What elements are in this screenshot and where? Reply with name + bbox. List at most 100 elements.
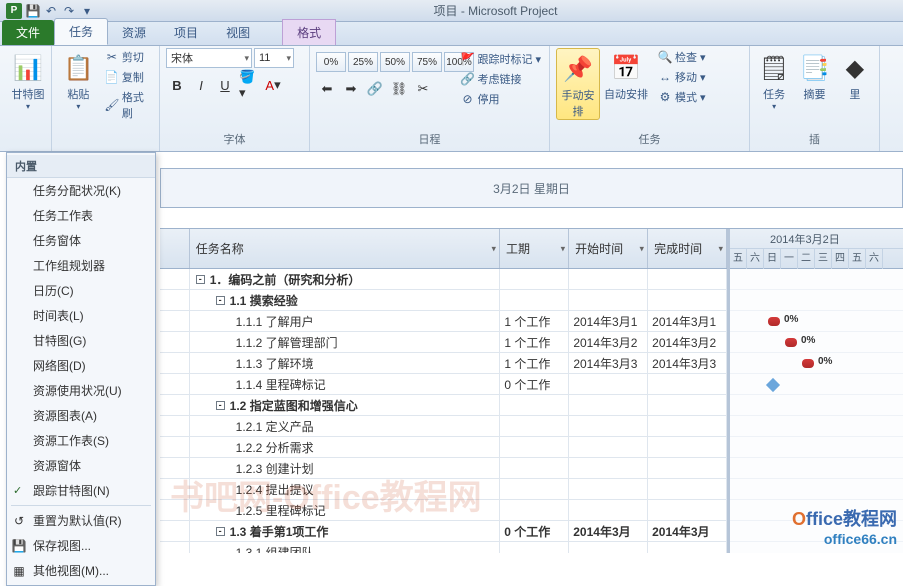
- cell-finish[interactable]: [648, 542, 727, 553]
- cell-dur[interactable]: [500, 458, 569, 478]
- gantt-bar[interactable]: 0%: [802, 359, 814, 368]
- menu-item[interactable]: 日历(C): [7, 278, 155, 303]
- mode-button[interactable]: ⚙模式 ▾: [656, 88, 708, 106]
- tab-project[interactable]: 项目: [160, 20, 212, 45]
- menu-item[interactable]: 任务窗体: [7, 228, 155, 253]
- table-row[interactable]: 1.2.3 创建计划: [160, 458, 727, 479]
- manually-schedule-button[interactable]: 📌 手动安排: [556, 48, 600, 120]
- col-finish[interactable]: 完成时间▾: [648, 229, 727, 268]
- link-tasks-button[interactable]: 🔗: [364, 78, 386, 100]
- table-row[interactable]: 1.1.2 了解管理部门1 个工作2014年3月22014年3月2: [160, 332, 727, 353]
- cell-finish[interactable]: [648, 395, 727, 415]
- outline-toggle[interactable]: -: [216, 527, 225, 536]
- pct-25-button[interactable]: 25%: [348, 52, 378, 72]
- gantt-bar[interactable]: 0%: [785, 338, 797, 347]
- cell-start[interactable]: 2014年3月2: [569, 332, 648, 352]
- gantt-milestone[interactable]: [766, 378, 780, 392]
- timeline-strip[interactable]: 3月2日 星期日: [160, 168, 903, 208]
- inactivate-button[interactable]: ⊘停用: [458, 90, 543, 108]
- font-size-combo[interactable]: 11: [254, 48, 294, 68]
- cell-start[interactable]: [569, 500, 648, 520]
- cell-dur[interactable]: 1 个工作: [500, 311, 569, 331]
- menu-item[interactable]: 资源窗体: [7, 453, 155, 478]
- cell-finish[interactable]: [648, 437, 727, 457]
- bold-button[interactable]: B: [166, 74, 188, 96]
- cell-task-name[interactable]: 1.2.1 定义产品: [190, 416, 501, 436]
- cell-task-name[interactable]: 1.2.2 分析需求: [190, 437, 501, 457]
- table-row[interactable]: 1.3.1 组建团队: [160, 542, 727, 553]
- table-row[interactable]: -1.1 摸索经验: [160, 290, 727, 311]
- cell-task-name[interactable]: -1.2 指定蓝图和增强信心: [190, 395, 501, 415]
- menu-item[interactable]: 资源图表(A): [7, 403, 155, 428]
- col-start[interactable]: 开始时间▾: [569, 229, 648, 268]
- tab-task[interactable]: 任务: [54, 18, 108, 45]
- cell-finish[interactable]: [648, 458, 727, 478]
- font-color-button[interactable]: A▾: [262, 74, 284, 96]
- cell-start[interactable]: 2014年3月1: [569, 311, 648, 331]
- cell-task-name[interactable]: 1.1.4 里程碑标记: [190, 374, 501, 394]
- table-row[interactable]: -1.2 指定蓝图和增强信心: [160, 395, 727, 416]
- cell-finish[interactable]: 2014年3月1: [648, 311, 727, 331]
- table-row[interactable]: 1.2.1 定义产品: [160, 416, 727, 437]
- cell-task-name[interactable]: 1.1.2 了解管理部门: [190, 332, 501, 352]
- cell-finish[interactable]: [648, 416, 727, 436]
- menu-item[interactable]: 网络图(D): [7, 353, 155, 378]
- tab-format[interactable]: 格式: [282, 19, 336, 45]
- cell-start[interactable]: [569, 374, 648, 394]
- cell-start[interactable]: [569, 290, 648, 310]
- tab-file[interactable]: 文件: [2, 20, 54, 45]
- menu-item[interactable]: 任务分配状况(K): [7, 178, 155, 203]
- task-insert-button[interactable]: 🗒 任务 ▾: [756, 48, 792, 111]
- move-button[interactable]: ↔移动 ▾: [656, 68, 708, 86]
- cell-dur[interactable]: 1 个工作: [500, 353, 569, 373]
- tab-resource[interactable]: 资源: [108, 20, 160, 45]
- paste-button[interactable]: 📋 粘贴 ▾: [58, 48, 99, 111]
- font-name-combo[interactable]: 宋体: [166, 48, 252, 68]
- pct-50-button[interactable]: 50%: [380, 52, 410, 72]
- cell-task-name[interactable]: -1.1 摸索经验: [190, 290, 501, 310]
- menu-reset-default[interactable]: ↺重置为默认值(R): [7, 508, 155, 533]
- table-row[interactable]: 1.1.3 了解环境1 个工作2014年3月32014年3月3: [160, 353, 727, 374]
- split-task-button[interactable]: ✂: [412, 78, 434, 100]
- gantt-bar[interactable]: 0%: [768, 317, 780, 326]
- inspect-button[interactable]: 🔍检查 ▾: [656, 48, 708, 66]
- cell-dur[interactable]: [500, 542, 569, 553]
- cut-button[interactable]: ✂剪切: [103, 48, 153, 66]
- save-icon[interactable]: 💾: [26, 4, 40, 18]
- cell-finish[interactable]: 2014年3月3: [648, 353, 727, 373]
- cell-finish[interactable]: [648, 290, 727, 310]
- pct-0-button[interactable]: 0%: [316, 52, 346, 72]
- cell-finish[interactable]: [648, 479, 727, 499]
- outline-toggle[interactable]: -: [216, 296, 225, 305]
- menu-item[interactable]: ✓跟踪甘特图(N): [7, 478, 155, 503]
- col-info[interactable]: [160, 229, 190, 268]
- task-grid[interactable]: 任务名称▾ 工期▾ 开始时间▾ 完成时间▾ -1．编码之前（研究和分析）-1.1…: [160, 229, 730, 553]
- milestone-button[interactable]: ◆ 里: [837, 48, 873, 102]
- table-row[interactable]: -1．编码之前（研究和分析）: [160, 269, 727, 290]
- outdent-button[interactable]: ⬅: [316, 78, 338, 100]
- copy-button[interactable]: 📄复制: [103, 68, 153, 86]
- menu-item[interactable]: 工作组规划器: [7, 253, 155, 278]
- underline-button[interactable]: U: [214, 74, 236, 96]
- cell-task-name[interactable]: -1．编码之前（研究和分析）: [190, 269, 500, 289]
- indent-button[interactable]: ➡: [340, 78, 362, 100]
- mark-on-track-button[interactable]: 🚩跟踪时标记 ▾: [458, 50, 543, 68]
- cell-start[interactable]: [569, 416, 648, 436]
- cell-finish[interactable]: 2014年3月: [648, 521, 727, 541]
- cell-dur[interactable]: [500, 269, 569, 289]
- menu-item[interactable]: 甘特图(G): [7, 328, 155, 353]
- cell-start[interactable]: [569, 437, 648, 457]
- table-row[interactable]: 1.1.4 里程碑标记0 个工作: [160, 374, 727, 395]
- cell-task-name[interactable]: 1.1.3 了解环境: [190, 353, 501, 373]
- cell-start[interactable]: [569, 542, 648, 553]
- cell-dur[interactable]: [500, 290, 569, 310]
- pct-75-button[interactable]: 75%: [412, 52, 442, 72]
- format-painter-button[interactable]: 🖌格式刷: [103, 88, 153, 122]
- cell-finish[interactable]: [648, 374, 727, 394]
- cell-task-name[interactable]: 1.2.3 创建计划: [190, 458, 501, 478]
- col-duration[interactable]: 工期▾: [500, 229, 569, 268]
- cell-dur[interactable]: 1 个工作: [500, 332, 569, 352]
- cell-start[interactable]: 2014年3月: [569, 521, 648, 541]
- cell-dur[interactable]: [500, 437, 569, 457]
- cell-start[interactable]: [569, 479, 648, 499]
